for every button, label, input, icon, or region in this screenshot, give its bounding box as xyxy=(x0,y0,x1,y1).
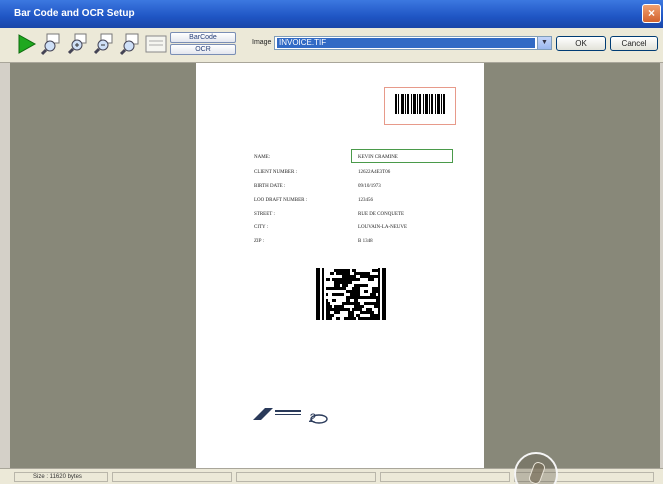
document-page: NAME: KEVIN CRAMINE CLIENT NUMBER : 1262… xyxy=(196,63,484,468)
company-logo: 2 xyxy=(251,398,331,428)
barcode-zone-frame[interactable] xyxy=(384,87,456,125)
status-size: Size : 11620 bytes xyxy=(14,472,108,482)
image-select-value: INVOICE.TIF xyxy=(277,38,535,48)
pointer-icon xyxy=(527,460,547,484)
zoom-1to1-icon[interactable] xyxy=(144,32,168,56)
field-label-zip: ZIP : xyxy=(254,239,264,244)
field-label-draft-number: LOO DRAFT NUMBER : xyxy=(254,198,308,203)
toolbar: BarCode OCR Image INVOICE.TIF ▼ OK Cance… xyxy=(0,28,663,63)
status-cell xyxy=(236,472,376,482)
ocr-button[interactable]: OCR xyxy=(170,44,236,55)
field-value-client-number: 12622A4E3T06 xyxy=(358,170,391,175)
zoom-fit-icon[interactable] xyxy=(118,32,142,56)
field-label-client-number: CLIENT NUMBER : xyxy=(254,170,297,175)
field-label-street: STREET : xyxy=(254,212,275,217)
zoom-out-icon[interactable] xyxy=(92,32,116,56)
cancel-button[interactable]: Cancel xyxy=(610,36,658,51)
field-value-name: KEVIN CRAMINE xyxy=(358,155,398,160)
field-value-street: RUE DE CONQUETE xyxy=(358,212,405,217)
status-cell xyxy=(112,472,232,482)
window-title: Bar Code and OCR Setup xyxy=(14,8,135,19)
field-value-zip: B 1348 xyxy=(358,239,373,244)
close-button[interactable]: × xyxy=(642,4,661,23)
field-label-city: CITY : xyxy=(254,225,269,230)
zoom-region-icon[interactable] xyxy=(40,32,64,56)
status-bar: Size : 11620 bytes xyxy=(0,468,663,484)
2d-barcode xyxy=(316,268,386,320)
status-cell xyxy=(380,472,510,482)
field-label-birth-date: BIRTH DATE : xyxy=(254,184,286,189)
barcode-button[interactable]: BarCode xyxy=(170,32,236,43)
linear-barcode xyxy=(395,94,445,114)
title-bar: Bar Code and OCR Setup × xyxy=(0,0,663,28)
chevron-down-icon[interactable]: ▼ xyxy=(537,37,551,49)
ok-button[interactable]: OK xyxy=(556,36,606,51)
image-select[interactable]: INVOICE.TIF ▼ xyxy=(274,36,552,50)
zoom-in-icon[interactable] xyxy=(66,32,90,56)
field-value-city: LOUVAIN-LA-NEUVE xyxy=(358,225,408,230)
field-label-name: NAME: xyxy=(254,155,271,160)
field-value-draft-number: 123456 xyxy=(358,198,373,203)
image-label: Image xyxy=(252,39,272,46)
app-window: Bar Code and OCR Setup × BarCode OCR Ima… xyxy=(0,0,663,484)
play-icon[interactable] xyxy=(14,32,38,56)
mode-toggle: BarCode OCR xyxy=(170,32,236,56)
field-value-birth-date: 09/10/1973 xyxy=(358,184,381,189)
